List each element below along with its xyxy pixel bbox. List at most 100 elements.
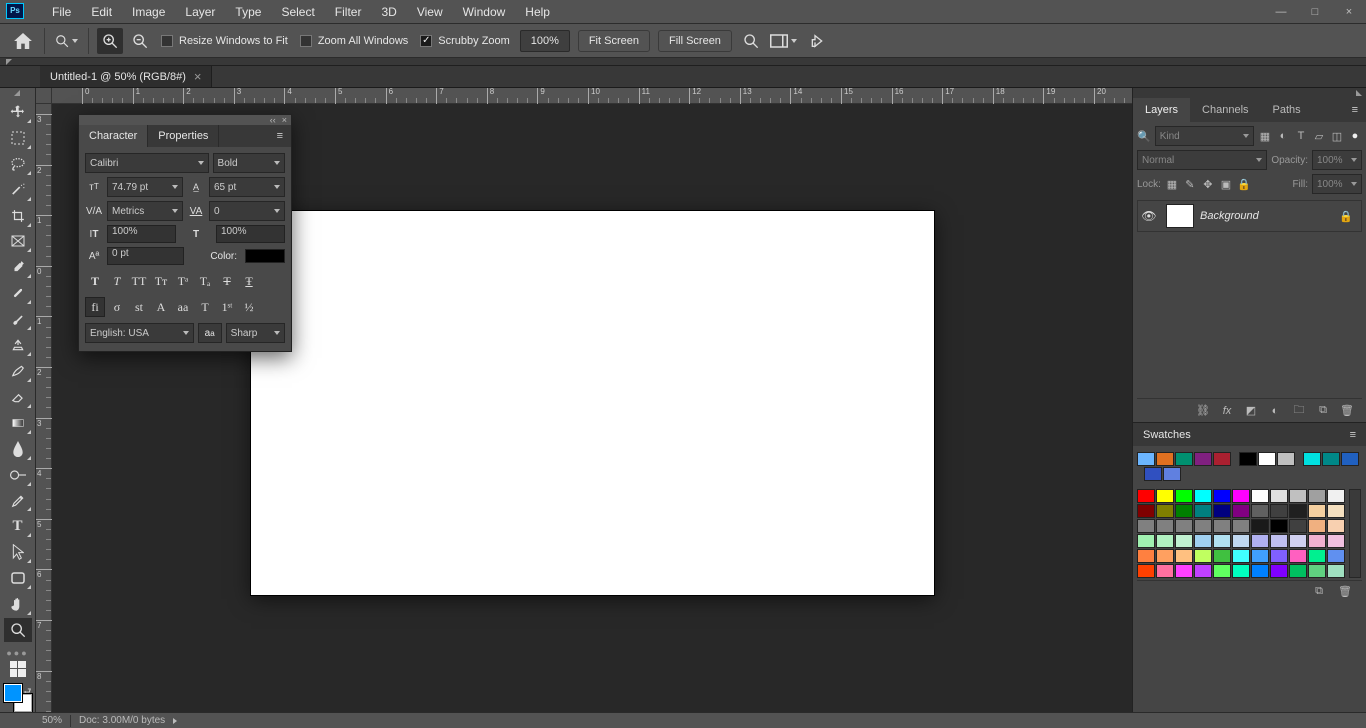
- scrubby-zoom-checkbox[interactable]: Scrubby Zoom: [420, 35, 510, 47]
- swatch[interactable]: [1251, 549, 1269, 563]
- swatch[interactable]: [1137, 564, 1155, 578]
- swatch[interactable]: [1270, 519, 1288, 533]
- clone-stamp-tool[interactable]: [4, 333, 32, 357]
- home-icon[interactable]: [10, 28, 36, 54]
- swatch[interactable]: [1156, 549, 1174, 563]
- swatches-scrollbar[interactable]: [1349, 489, 1361, 578]
- panel-close-icon[interactable]: ×: [282, 115, 287, 125]
- menu-file[interactable]: File: [42, 0, 81, 24]
- fit-screen-button[interactable]: Fit Screen: [578, 30, 650, 52]
- swatch[interactable]: [1194, 564, 1212, 578]
- hand-tool[interactable]: [4, 592, 32, 616]
- swatch[interactable]: [1175, 534, 1193, 548]
- swatch[interactable]: [1270, 549, 1288, 563]
- ruler-horizontal[interactable]: 0123456789101112131415161718192021: [52, 88, 1132, 104]
- tab-channels[interactable]: Channels: [1190, 98, 1260, 122]
- swatch[interactable]: [1163, 467, 1181, 481]
- layer-mask-icon[interactable]: ◩: [1244, 404, 1258, 418]
- menu-view[interactable]: View: [407, 0, 453, 24]
- tab-properties[interactable]: Properties: [148, 125, 219, 147]
- swatch[interactable]: [1156, 564, 1174, 578]
- resize-windows-checkbox[interactable]: Resize Windows to Fit: [161, 35, 288, 47]
- swatch[interactable]: [1175, 549, 1193, 563]
- color-selector[interactable]: ⮐: [4, 684, 32, 712]
- hscale-field[interactable]: 100%: [216, 225, 285, 243]
- font-style-select[interactable]: Bold: [213, 153, 285, 173]
- language-select[interactable]: English: USA: [85, 323, 194, 343]
- new-layer-icon[interactable]: ⧉: [1316, 404, 1330, 418]
- share-icon[interactable]: [804, 28, 830, 54]
- gradient-tool[interactable]: [4, 411, 32, 435]
- swatch[interactable]: [1327, 519, 1345, 533]
- swatch[interactable]: [1175, 452, 1193, 466]
- layers-panel-menu-icon[interactable]: ≡: [1344, 98, 1366, 122]
- tab-layers[interactable]: Layers: [1133, 98, 1190, 122]
- swatch[interactable]: [1175, 504, 1193, 518]
- swatch[interactable]: [1175, 489, 1193, 503]
- swatch[interactable]: [1308, 504, 1326, 518]
- window-minimize[interactable]: —: [1264, 2, 1298, 22]
- blend-mode-select[interactable]: Normal: [1137, 150, 1267, 170]
- swatch[interactable]: [1137, 489, 1155, 503]
- layer-lock-icon[interactable]: 🔒: [1339, 210, 1353, 223]
- swatch[interactable]: [1322, 452, 1340, 466]
- zoom-tool[interactable]: [4, 618, 32, 642]
- swatches-menu-icon[interactable]: ≡: [1350, 429, 1356, 441]
- menu-edit[interactable]: Edit: [81, 0, 122, 24]
- swatch[interactable]: [1137, 519, 1155, 533]
- tab-paths[interactable]: Paths: [1261, 98, 1313, 122]
- zoom-all-checkbox[interactable]: Zoom All Windows: [300, 35, 408, 47]
- swatch[interactable]: [1194, 534, 1212, 548]
- swatch[interactable]: [1251, 534, 1269, 548]
- type-tool[interactable]: T: [4, 514, 32, 538]
- tab-character[interactable]: Character: [79, 125, 148, 147]
- lock-transparency-icon[interactable]: ▦: [1165, 177, 1179, 191]
- baseline-field[interactable]: 0 pt: [107, 247, 184, 265]
- canvas[interactable]: [251, 211, 934, 595]
- opentype-5[interactable]: T: [195, 297, 215, 317]
- history-brush-tool[interactable]: [4, 359, 32, 383]
- character-menu-icon[interactable]: ≡: [269, 125, 291, 147]
- kerning-field[interactable]: Metrics: [107, 201, 183, 221]
- crop-tool[interactable]: [4, 204, 32, 228]
- eraser-tool[interactable]: [4, 385, 32, 409]
- aa-icon[interactable]: aa: [198, 323, 222, 343]
- swatch[interactable]: [1251, 564, 1269, 578]
- swatch[interactable]: [1270, 504, 1288, 518]
- swatch[interactable]: [1327, 564, 1345, 578]
- window-close[interactable]: ×: [1332, 2, 1366, 22]
- swatch[interactable]: [1194, 489, 1212, 503]
- layer-fx-icon[interactable]: fx: [1220, 404, 1234, 418]
- swatch[interactable]: [1194, 504, 1212, 518]
- layer-name[interactable]: Background: [1200, 210, 1259, 222]
- workspace-switch-icon[interactable]: [768, 28, 800, 54]
- swatch[interactable]: [1308, 564, 1326, 578]
- new-swatch-icon[interactable]: ⧉: [1312, 585, 1326, 599]
- eyedropper-tool[interactable]: [4, 255, 32, 279]
- edit-toolbar-icon[interactable]: [4, 660, 32, 678]
- opentype-6[interactable]: 1ˢᵗ: [217, 297, 237, 317]
- swatch[interactable]: [1308, 519, 1326, 533]
- swatch[interactable]: [1289, 534, 1307, 548]
- swatch[interactable]: [1308, 534, 1326, 548]
- panel-collapse-icon[interactable]: ‹‹: [270, 115, 276, 125]
- swatch[interactable]: [1232, 564, 1250, 578]
- swatch[interactable]: [1137, 504, 1155, 518]
- menu-help[interactable]: Help: [515, 0, 560, 24]
- swatch[interactable]: [1156, 534, 1174, 548]
- vscale-field[interactable]: 100%: [107, 225, 176, 243]
- swatch[interactable]: [1156, 489, 1174, 503]
- font-family-select[interactable]: Calibri: [85, 153, 209, 173]
- swatch[interactable]: [1213, 489, 1231, 503]
- layer-thumbnail[interactable]: [1166, 204, 1194, 228]
- swatch[interactable]: [1137, 452, 1155, 466]
- filter-toggle-icon[interactable]: ●: [1348, 129, 1362, 143]
- type-style-3[interactable]: Tт: [151, 271, 171, 291]
- character-panel[interactable]: ‹‹ × Character Properties ≡ Calibri Bold…: [78, 114, 292, 352]
- swatch[interactable]: [1232, 549, 1250, 563]
- type-style-1[interactable]: T: [107, 271, 127, 291]
- shape-tool[interactable]: [4, 566, 32, 590]
- lock-pixels-icon[interactable]: ✎: [1183, 177, 1197, 191]
- layer-filter-kind[interactable]: Kind: [1155, 126, 1254, 146]
- zoom-value[interactable]: 100%: [520, 30, 570, 52]
